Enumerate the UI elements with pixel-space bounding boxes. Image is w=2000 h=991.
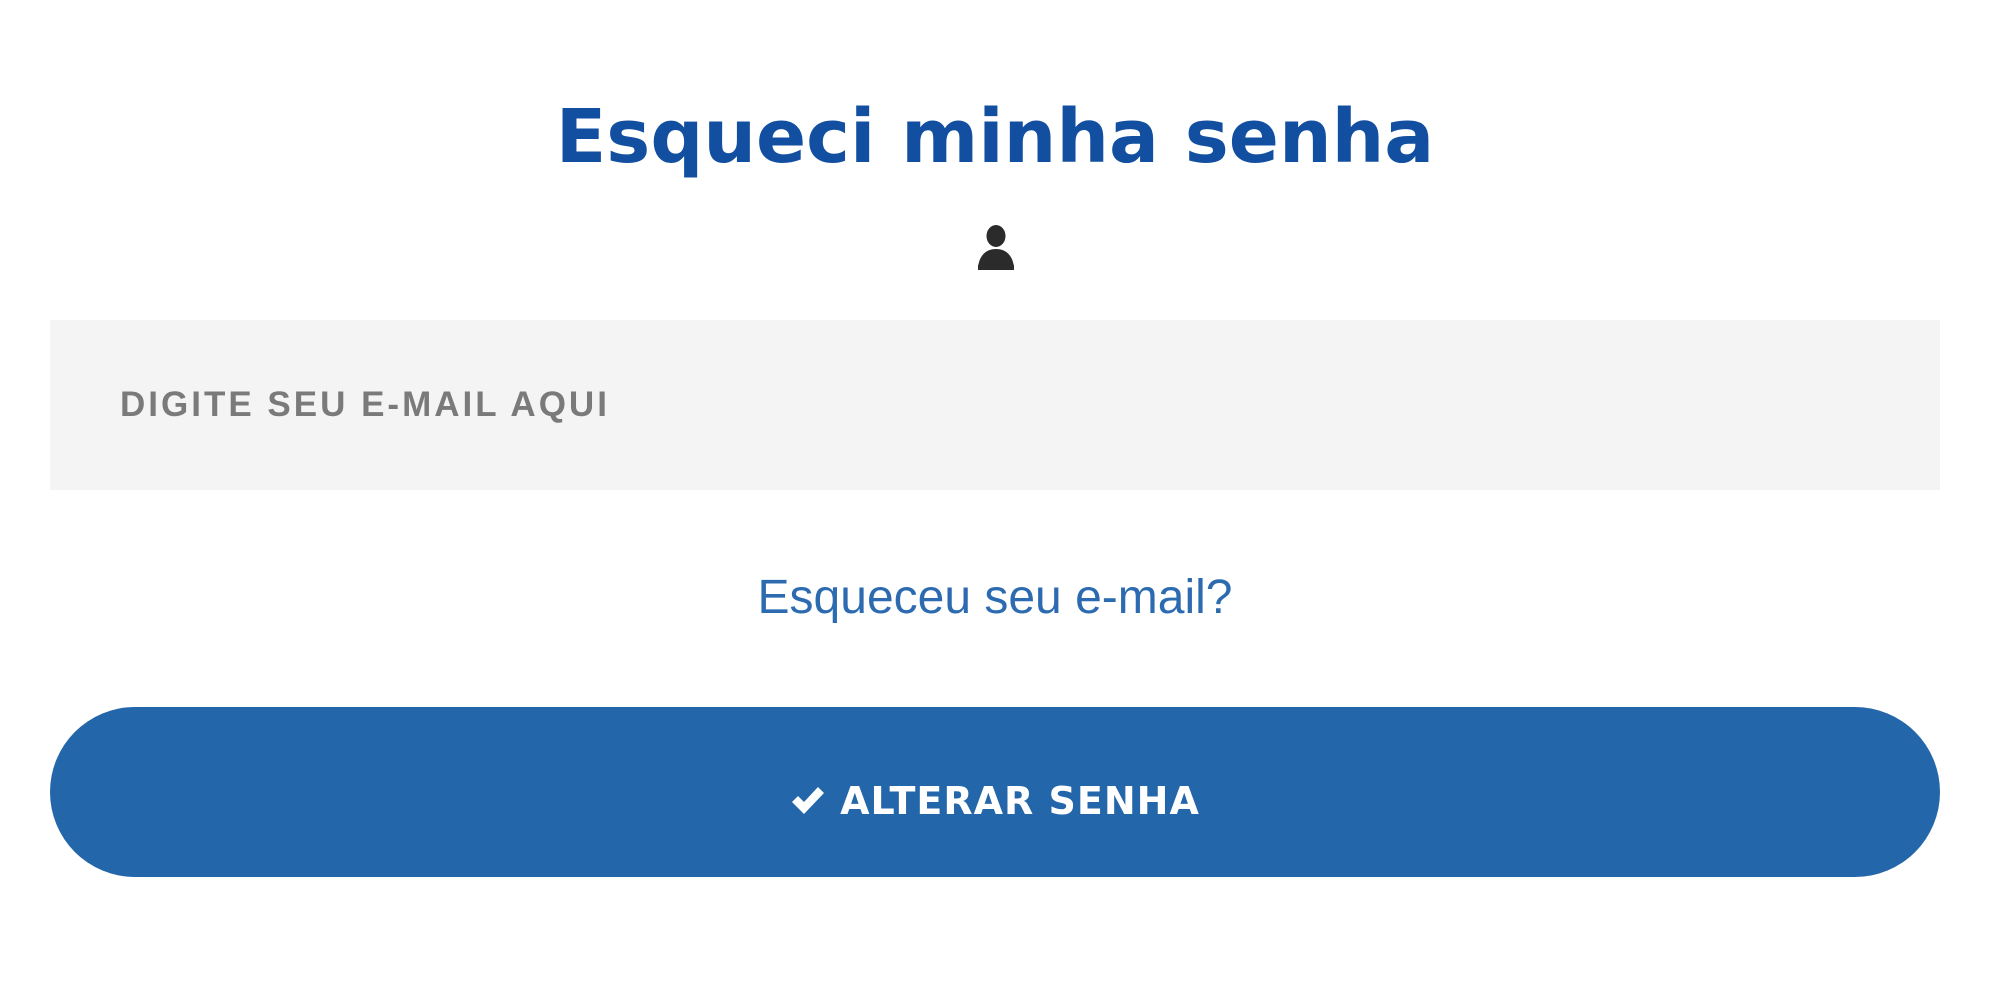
change-password-button[interactable]: ALTERAR SENHA [50,707,1940,877]
page-title: Esqueci minha senha [555,94,1435,180]
forgot-email-link[interactable]: Esqueceu seu e-mail? [0,568,1990,628]
user-icon [975,224,1017,270]
email-input[interactable] [50,320,1940,490]
check-icon [790,784,826,818]
change-password-label: ALTERAR SENHA [840,779,1200,823]
